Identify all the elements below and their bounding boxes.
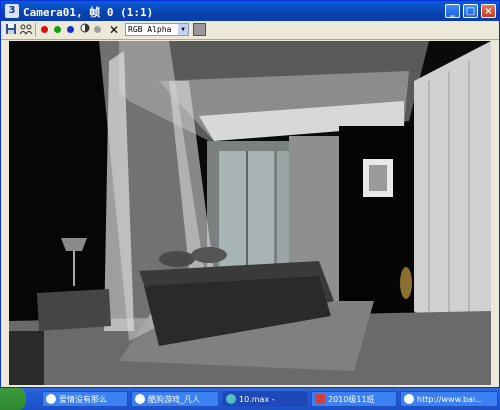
- taskbar-item[interactable]: 酷狗游戏_凡人: [131, 391, 219, 407]
- ie-icon: [135, 394, 145, 404]
- minimize-button[interactable]: _: [445, 4, 460, 18]
- channel-select-value: RGB Alpha: [128, 25, 172, 34]
- alpha-dot-icon[interactable]: [94, 26, 101, 33]
- ie-icon: [404, 394, 414, 404]
- taskbar-item[interactable]: 10.max -: [222, 391, 308, 407]
- blue-channel-icon[interactable]: [67, 26, 74, 33]
- taskbar: 爱情没有那么 酷狗游戏_凡人 10.max - 2010级11班 http://…: [0, 388, 500, 410]
- taskbar-item-label: 爱情没有那么: [59, 395, 107, 404]
- max-icon: [226, 394, 236, 404]
- save-icon[interactable]: [5, 23, 17, 37]
- clear-icon[interactable]: ✕: [108, 23, 120, 37]
- app-icon: 3: [5, 4, 19, 18]
- word-icon: [315, 394, 325, 404]
- toolbar-separator: [35, 23, 36, 37]
- start-button[interactable]: [0, 388, 26, 410]
- taskbar-item[interactable]: 爱情没有那么: [42, 391, 128, 407]
- taskbar-item-label: 2010级11班: [328, 395, 375, 404]
- taskbar-item-label: 酷狗游戏_凡人: [148, 395, 200, 404]
- mono-channel-icon[interactable]: [79, 23, 91, 37]
- maximize-button[interactable]: □: [463, 4, 478, 18]
- channel-select[interactable]: RGB Alpha ▼: [125, 23, 189, 36]
- render-toolbar: ✕ RGB Alpha ▼: [1, 21, 499, 40]
- red-channel-icon[interactable]: [41, 26, 48, 33]
- taskbar-item[interactable]: http://www.bai...: [400, 391, 498, 407]
- green-channel-icon[interactable]: [54, 26, 61, 33]
- rendered-bedroom-image: [9, 41, 491, 385]
- title-bar[interactable]: 3 Camera01, 帧 0 (1:1) _ □ ×: [1, 1, 499, 21]
- taskbar-item-label: http://www.bai...: [417, 395, 483, 404]
- window-title: Camera01, 帧 0 (1:1): [23, 6, 154, 19]
- ie-icon: [46, 394, 56, 404]
- render-viewport: [9, 41, 491, 385]
- close-button[interactable]: ×: [481, 4, 496, 18]
- render-window: 3 Camera01, 帧 0 (1:1) _ □ × ✕ RGB Alpha …: [0, 0, 500, 388]
- taskbar-item-label: 10.max -: [239, 395, 275, 404]
- chevron-down-icon[interactable]: ▼: [178, 24, 188, 35]
- taskbar-item[interactable]: 2010级11班: [311, 391, 397, 407]
- color-swatch[interactable]: [193, 23, 206, 36]
- clone-icon[interactable]: [19, 23, 33, 37]
